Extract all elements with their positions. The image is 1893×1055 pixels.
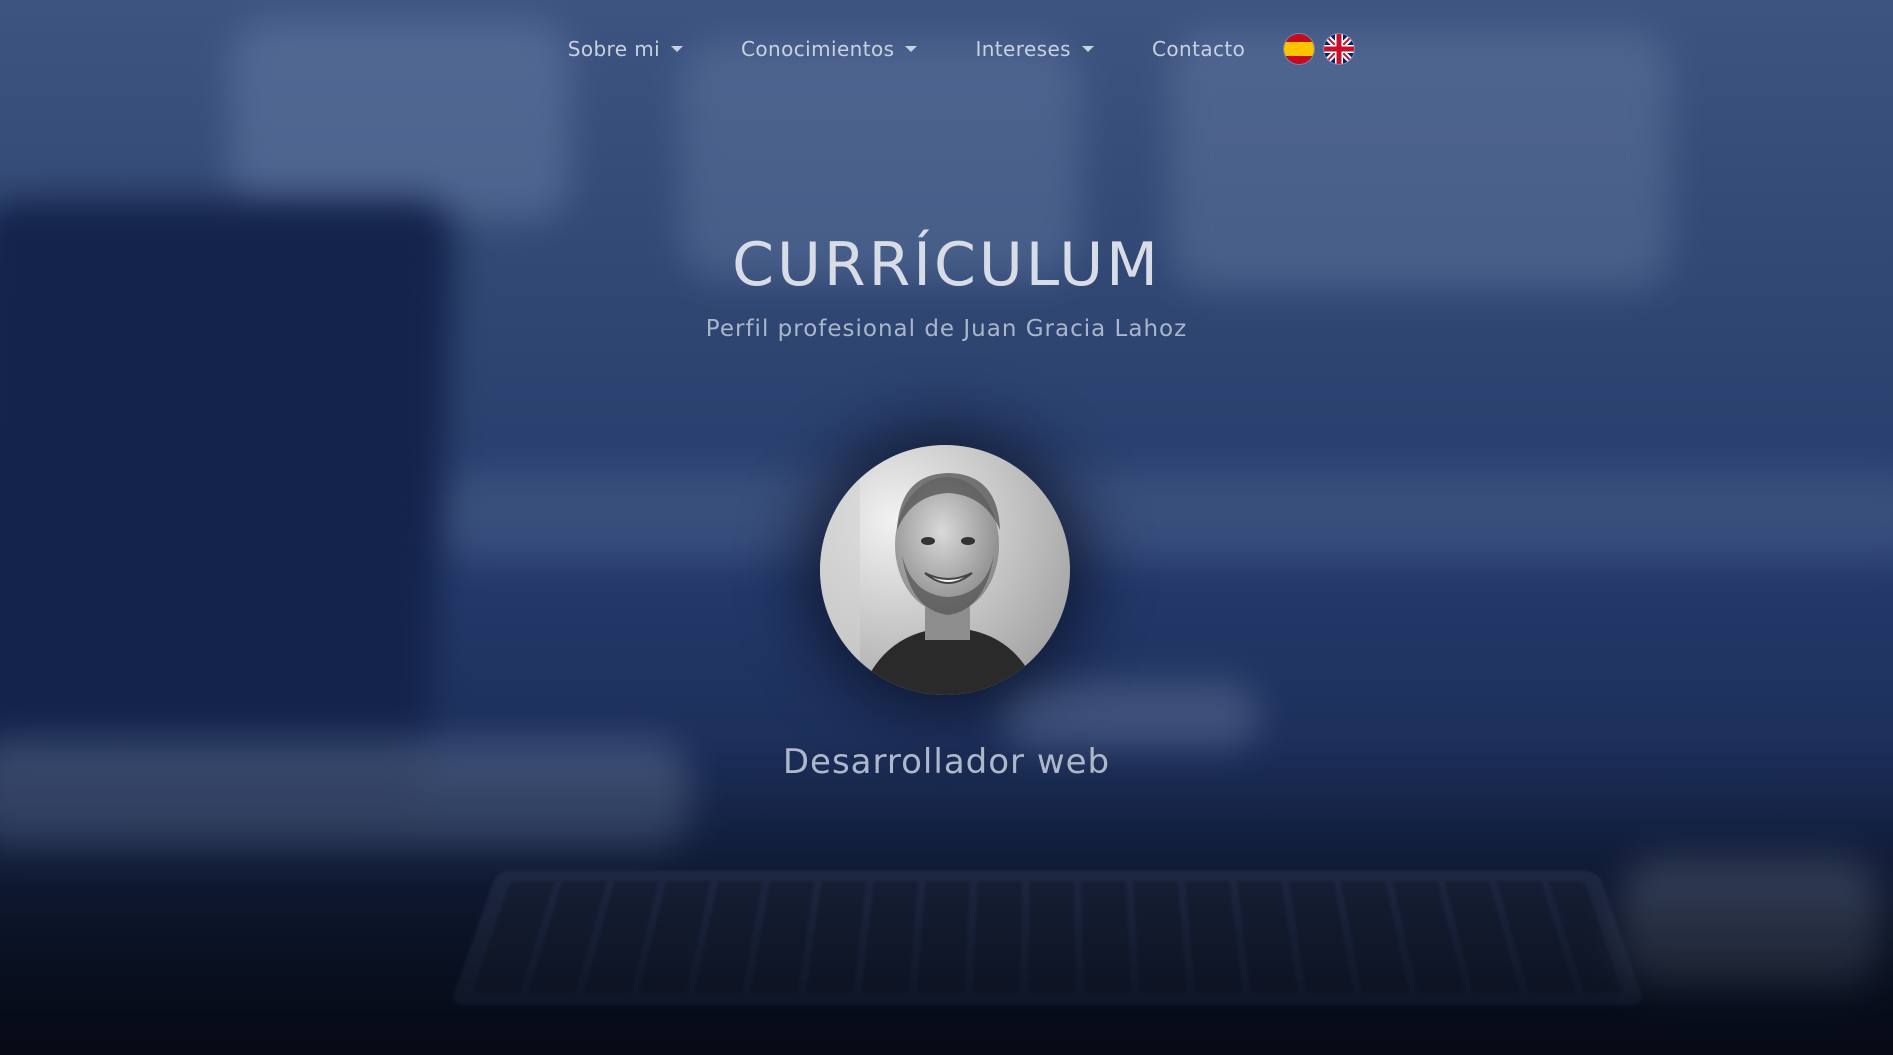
- main-nav: Sobre mi Conocimientos Intereses Contact…: [0, 34, 1893, 64]
- spain-flag-icon[interactable]: [1284, 34, 1315, 64]
- nav-item-conocimientos[interactable]: Conocimientos: [741, 37, 918, 61]
- page-subtitle: Perfil profesional de Juan Gracia Lahoz: [705, 316, 1188, 342]
- caret-down-icon: [1082, 46, 1094, 52]
- nav-item-label: Intereses: [975, 37, 1071, 61]
- language-switcher: [1274, 34, 1355, 64]
- profile-role: Desarrollador web: [782, 742, 1111, 782]
- nav-item-intereses[interactable]: Intereses: [975, 37, 1094, 61]
- profile-avatar: [820, 445, 1070, 695]
- caret-down-icon: [905, 46, 918, 52]
- page-title: CURRÍCULUM: [732, 230, 1161, 300]
- profile-photo-icon: [820, 445, 1070, 695]
- nav-item-label: Sobre mi: [567, 37, 661, 61]
- nav-item-sobre-mi[interactable]: Sobre mi: [567, 37, 684, 61]
- caret-down-icon: [671, 46, 684, 52]
- nav-item-label: Contacto: [1152, 37, 1246, 61]
- nav-item-label: Conocimientos: [741, 37, 895, 61]
- nav-item-contacto[interactable]: Contacto: [1152, 37, 1245, 61]
- uk-flag-icon[interactable]: [1324, 34, 1355, 64]
